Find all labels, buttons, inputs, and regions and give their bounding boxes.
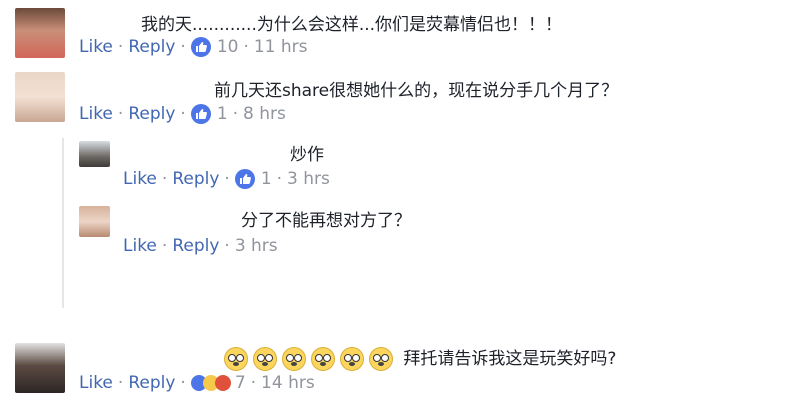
timestamp[interactable]: 3 hrs — [235, 236, 278, 256]
angry-face-icon — [214, 375, 231, 391]
reply-link[interactable]: Reply — [128, 373, 175, 393]
thumbs-up-icon[interactable] — [190, 37, 211, 57]
like-link[interactable]: Like — [79, 373, 113, 393]
separator-dot: · — [180, 373, 186, 393]
reply-link[interactable]: Reply — [128, 37, 175, 57]
separator-dot: · — [161, 236, 168, 256]
comment-text: 我的天............为什么会这样...你们是荧幕情侣也！！！ — [141, 15, 563, 35]
separator-dot: · — [117, 373, 124, 393]
separator-dot: · — [180, 37, 186, 57]
separator-dot: · — [250, 373, 257, 393]
separator-dot: · — [276, 169, 283, 189]
separator-dot: · — [161, 169, 168, 189]
fearful-face-icon — [369, 347, 393, 371]
like-link[interactable]: Like — [123, 236, 157, 256]
comment-text: 拜托请告诉我这是玩笑好吗? — [224, 344, 616, 371]
comment-actions: Like · Reply · 1 · 8 hrs — [79, 104, 286, 124]
like-link[interactable]: Like — [79, 104, 113, 124]
timestamp[interactable]: 8 hrs — [243, 104, 286, 124]
reply-thread-line — [62, 138, 64, 308]
avatar[interactable] — [79, 141, 110, 167]
comment-actions: Like · Reply · 7 · 14 hrs — [79, 373, 315, 393]
like-link[interactable]: Like — [79, 37, 113, 57]
reaction-count[interactable]: 1 — [217, 104, 228, 124]
timestamp[interactable]: 14 hrs — [261, 373, 315, 393]
fearful-face-icon — [253, 347, 277, 371]
comment-actions: Like · Reply · 1 · 3 hrs — [123, 169, 330, 189]
thumbs-up-icon[interactable] — [190, 104, 211, 124]
comment-actions: Like · Reply · 3 hrs — [123, 236, 278, 256]
reply-link[interactable]: Reply — [172, 236, 219, 256]
separator-dot: · — [224, 169, 230, 189]
avatar[interactable] — [79, 206, 110, 237]
reaction-count[interactable]: 7 — [235, 373, 246, 393]
reaction-count[interactable]: 10 — [217, 37, 239, 57]
separator-dot: · — [117, 37, 124, 57]
comment-text: 前几天还share很想她什么的，现在说分手几个月了？ — [214, 81, 619, 101]
fearful-face-icon — [224, 347, 248, 371]
timestamp[interactable]: 3 hrs — [287, 169, 330, 189]
separator-dot: · — [243, 37, 249, 57]
comment-message: 拜托请告诉我这是玩笑好吗? — [403, 349, 617, 369]
reply-link[interactable]: Reply — [128, 104, 175, 124]
separator-dot: · — [180, 104, 186, 124]
timestamp[interactable]: 11 hrs — [254, 37, 308, 57]
separator-dot: · — [224, 236, 230, 256]
fearful-face-icon — [282, 347, 306, 371]
comment-text: 炒作 — [290, 145, 324, 165]
fearful-face-icon — [340, 347, 364, 371]
fearful-face-icon — [311, 347, 335, 371]
reaction-count[interactable]: 1 — [261, 169, 272, 189]
reaction-icons[interactable] — [190, 375, 231, 391]
comment-actions: Like · Reply · 10 · 11 hrs — [79, 37, 308, 57]
like-link[interactable]: Like — [123, 169, 157, 189]
separator-dot: · — [117, 104, 124, 124]
reply-link[interactable]: Reply — [172, 169, 219, 189]
thumbs-up-icon[interactable] — [234, 169, 255, 189]
avatar[interactable] — [15, 343, 65, 393]
comment-text: 分了不能再想对方了？ — [241, 211, 411, 231]
avatar[interactable] — [15, 8, 65, 58]
separator-dot: · — [232, 104, 239, 124]
avatar[interactable] — [15, 72, 65, 122]
